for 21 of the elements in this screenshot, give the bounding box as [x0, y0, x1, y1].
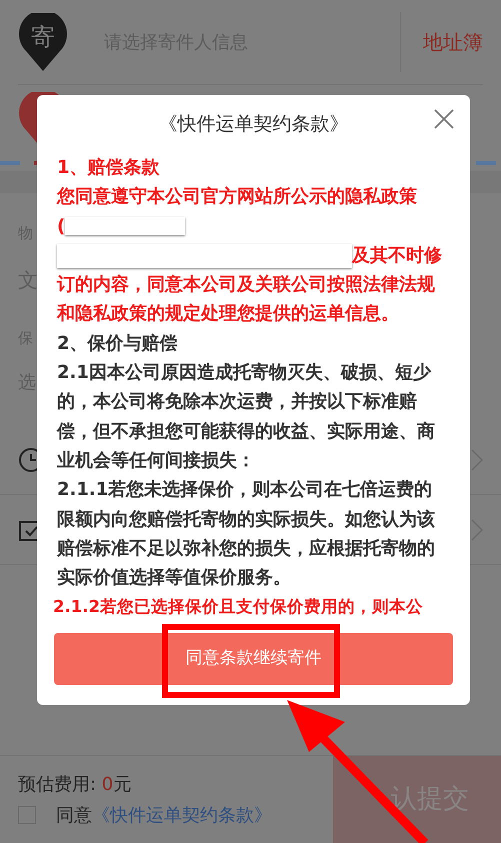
close-icon[interactable]: [434, 109, 454, 129]
agree-continue-button[interactable]: 同意条款继续寄件: [54, 633, 453, 685]
dialog-title: 《快件运单契约条款》: [158, 112, 348, 137]
terms-link[interactable]: 《快件运单契约条款》: [92, 802, 272, 828]
estimate-label: 预估费用:: [18, 772, 98, 796]
terms-paragraph: 2.1因本公司原因造成托寄物灭失、破损、短少的，本公司将免除本次运费，并按以下标准赔偿，但不承担您可能获得的收益、实际用途、商业机会等任何间接损失：: [57, 361, 436, 473]
pin-icon: 寄: [18, 13, 68, 71]
address-book-link[interactable]: 地址簿: [423, 27, 483, 57]
terms-paragraph: 2.1.2若您已选择保价且支付保价费用的，则本公: [53, 596, 424, 618]
terms-paragraph: 订的内容，同意本公司及关联公司按照法律法规和隐私政策的规定处理您提供的运单信息。: [57, 273, 436, 326]
terms-paragraph: 及其不时修: [352, 244, 442, 268]
terms-paragraph: 您同意遵守本公司官方网站所公示的隐私政策: [57, 185, 418, 210]
terms-paragraph: 2、保价与赔偿: [57, 332, 179, 356]
agree-label: 同意: [56, 804, 92, 828]
chevron-right-icon: [471, 448, 483, 470]
terms-paragraph: 2.1.1若您未选择保价，则本公司在七倍运费的限额内向您赔偿托寄物的实际损失。如您认为该赔偿标准不足以弥补您的损失，应根据托寄物的实际价值选择等值保价服务。: [57, 478, 436, 590]
chevron-right-icon: [471, 518, 483, 540]
terms-paragraph: (: [57, 214, 66, 239]
terms-paragraph: 1、赔偿条款: [57, 156, 161, 180]
estimate-unit: 元: [113, 772, 132, 796]
estimate-value: 0: [102, 772, 114, 796]
